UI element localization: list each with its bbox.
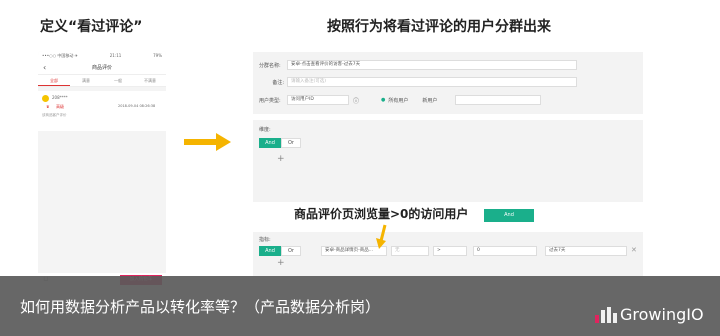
carrier-text: •••○○ 中国移动 ✈	[42, 53, 78, 58]
radio-new-label: 新用户	[422, 97, 438, 104]
dimension-select[interactable]: 无	[391, 246, 429, 256]
note-label: 备注:	[272, 79, 284, 86]
arrow-right-icon	[184, 133, 231, 151]
radio-all-label: 所有用户	[388, 97, 409, 104]
avatar	[42, 95, 49, 102]
phone-page-title: 商品评价	[91, 65, 112, 71]
floating-and-button[interactable]: And	[484, 209, 534, 222]
left-title: 定义“看过评论”	[40, 19, 143, 35]
close-icon[interactable]: ✕	[631, 246, 637, 254]
phone-status-bar: •••○○ 中国移动 ✈ 21:11 79%	[38, 51, 166, 61]
segment-form: 分群名称: 安卓-点击查看评价的访客-过去7天 备注: 请输入备注(可选) 用户…	[253, 52, 643, 114]
review-tabs: 全部 满意 一般 不满意	[38, 75, 166, 87]
right-title: 按照行为将看过评论的用户分群出来	[327, 19, 551, 35]
radio-all-icon[interactable]: ●	[381, 97, 385, 103]
review-user: 208****	[52, 95, 68, 100]
tab-unsatisfied[interactable]: 不满意	[134, 75, 166, 86]
and-toggle[interactable]: And	[259, 138, 281, 148]
user-type-select[interactable]: 访问用户ID	[287, 95, 349, 105]
indicator-and-toggle[interactable]: And	[259, 246, 281, 256]
review-badge: 高级	[56, 104, 64, 109]
review-note: 该商品客户评价	[42, 113, 67, 117]
time-text: 21:11	[109, 53, 122, 58]
time-range-select[interactable]: 过去7天	[545, 246, 627, 256]
brand-name: GrowingIO	[620, 305, 704, 324]
review-item: 208**** ♛ 高级 2018-09-04 08:26:38 该商品客户评价	[38, 91, 166, 131]
or-toggle[interactable]: Or	[281, 138, 301, 148]
banner-text: 如何用数据分析产品以转化率等？（产品数据分析岗）	[20, 298, 381, 316]
date-range-input[interactable]	[455, 95, 542, 105]
indicator-label: 指标:	[259, 237, 271, 243]
add-indicator-icon[interactable]: +	[277, 258, 285, 268]
value-input[interactable]: 0	[473, 246, 537, 256]
note-input[interactable]: 请输入备注(可选)	[287, 77, 577, 87]
add-dimension-icon[interactable]: +	[277, 154, 285, 164]
battery-text: 79%	[153, 53, 162, 58]
tab-satisfied[interactable]: 满意	[70, 75, 102, 86]
user-type-label: 用户类型:	[259, 97, 281, 104]
tab-all[interactable]: 全部	[38, 75, 70, 86]
crown-icon: ♛	[46, 104, 50, 109]
phone-screenshot: •••○○ 中国移动 ✈ 21:11 79% ‹ 商品评价 全部 满意 一般 不…	[38, 51, 166, 287]
tab-average[interactable]: 一般	[102, 75, 134, 86]
help-icon[interactable]: ⓘ	[353, 96, 359, 105]
annotation-text: 商品评价页浏览量>0的访问用户	[294, 207, 469, 221]
dimension-label: 维度:	[259, 127, 271, 133]
phone-nav-bar: ‹ 商品评价	[38, 61, 166, 75]
name-label: 分群名称:	[259, 62, 281, 69]
review-time: 2018-09-04 08:26:38	[118, 104, 156, 108]
operator-select[interactable]: >	[433, 246, 467, 256]
dimension-section: 维度: And Or +	[253, 120, 643, 202]
back-icon[interactable]: ‹	[43, 63, 46, 72]
arrow-down-icon	[376, 224, 387, 249]
bottom-banner: 如何用数据分析产品以转化率等？（产品数据分析岗） GrowingIO	[0, 276, 720, 336]
segment-name-input[interactable]: 安卓-点击查看评价的访客-过去7天	[287, 60, 577, 70]
indicator-or-toggle[interactable]: Or	[281, 246, 301, 256]
growingio-logo-icon	[595, 307, 617, 323]
indicator-section: 指标: And Or 安卓-商品详情页-商品... 无 > 0 过去7天 ✕ +	[253, 232, 643, 276]
